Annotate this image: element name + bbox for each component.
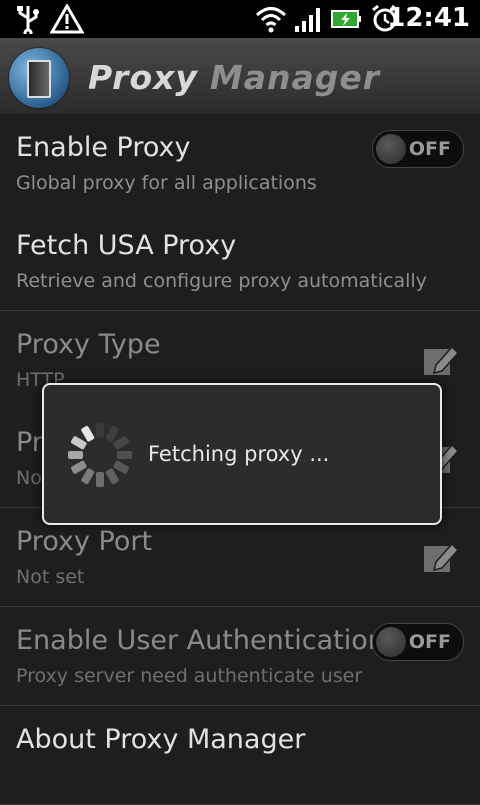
setting-title: About Proxy Manager	[16, 724, 306, 755]
toggle-label: OFF	[408, 631, 451, 653]
progress-dialog: Fetching proxy ...	[42, 383, 442, 525]
edit-icon	[422, 538, 460, 580]
app-title-bar: Proxy Manager	[0, 38, 480, 116]
setting-title: Pr	[16, 427, 43, 458]
setting-summary: Global proxy for all applications	[16, 172, 317, 194]
app-logo-icon	[9, 48, 69, 108]
setting-fetch-usa-proxy[interactable]: Fetch USA Proxy Retrieve and configure p…	[0, 212, 480, 311]
setting-summary: No	[16, 467, 42, 489]
enable-proxy-toggle[interactable]: OFF	[372, 130, 464, 168]
setting-summary: Retrieve and configure proxy automatical…	[16, 270, 427, 292]
signal-icon	[294, 4, 324, 38]
loading-spinner-icon	[64, 419, 136, 495]
toggle-label: OFF	[408, 138, 451, 160]
usb-icon	[14, 4, 42, 38]
setting-title: Fetch USA Proxy	[16, 230, 237, 261]
battery-charging-icon	[330, 4, 364, 38]
app-title-word-1: Proxy	[88, 58, 198, 97]
edit-icon	[422, 341, 460, 383]
setting-enable-proxy[interactable]: Enable Proxy Global proxy for all applic…	[0, 114, 480, 213]
warning-icon	[49, 2, 85, 38]
setting-title: Enable User Authentication	[16, 625, 385, 656]
dialog-message: Fetching proxy ...	[148, 442, 330, 466]
wifi-icon	[254, 4, 288, 38]
setting-enable-user-auth[interactable]: Enable User Authentication Proxy server …	[0, 607, 480, 706]
setting-title: Proxy Type	[16, 329, 161, 360]
app-title-word-2: Manager	[209, 58, 381, 97]
user-auth-toggle[interactable]: OFF	[372, 623, 464, 661]
setting-about[interactable]: About Proxy Manager	[0, 706, 480, 805]
app-title: Proxy Manager	[88, 58, 380, 97]
setting-title: Enable Proxy	[16, 132, 191, 163]
setting-summary: Not set	[16, 566, 85, 588]
status-bar: 12:41	[0, 0, 480, 38]
setting-title: Proxy Port	[16, 526, 153, 557]
setting-summary: Proxy server need authenticate user	[16, 665, 363, 687]
clock-time: 12:41	[387, 3, 470, 33]
